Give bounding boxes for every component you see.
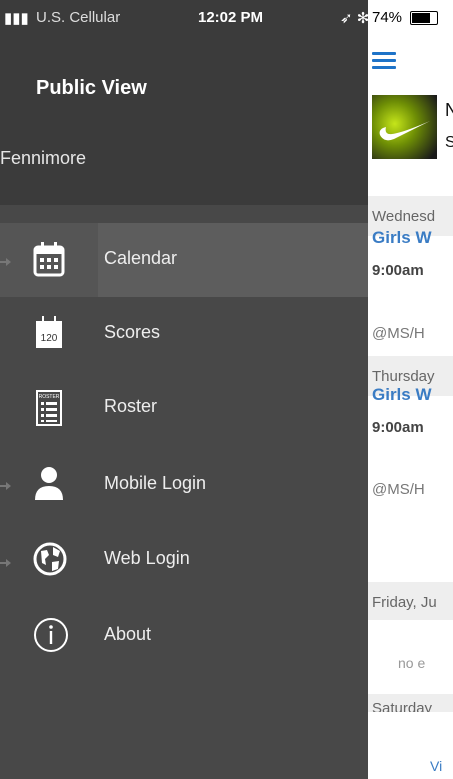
menu-label-web-login: Web Login xyxy=(104,548,190,568)
roster-badge: ROSTER xyxy=(39,394,60,400)
calendar-icon-box xyxy=(0,223,98,297)
menu-item-scores[interactable]: 120 Scores xyxy=(0,297,368,371)
event-time: 9:00am xyxy=(372,262,424,279)
carrier-name: U.S. Cellular xyxy=(36,9,121,26)
menu-item-roster[interactable]: ROSTER Roster xyxy=(0,371,368,445)
clock: 12:02 PM xyxy=(198,9,264,26)
day-header: Saturday xyxy=(368,694,453,712)
team-name: N xyxy=(445,100,453,120)
menu-item-about[interactable]: About xyxy=(0,599,368,673)
battery-icon xyxy=(410,11,438,25)
event-location: @MS/H xyxy=(372,481,425,498)
hamburger-menu-icon[interactable] xyxy=(372,52,396,70)
menu-label-calendar: Calendar xyxy=(104,248,178,268)
signal-icon: ▮▮▮ xyxy=(4,10,29,27)
swoosh-icon xyxy=(379,121,430,141)
person-icon xyxy=(35,467,63,500)
team-logo xyxy=(372,95,437,159)
globe-icon xyxy=(33,542,67,576)
pointer-arrow-marker xyxy=(0,258,11,266)
menu-item-calendar[interactable]: Calendar xyxy=(0,223,368,297)
team-subtitle: S xyxy=(445,134,453,151)
no-events-text: no e xyxy=(398,655,426,671)
menu-label-roster: Roster xyxy=(104,396,158,416)
event-title[interactable]: Girls W xyxy=(372,385,432,405)
battery-percent: 74% xyxy=(372,9,403,26)
menu-label-about: About xyxy=(104,624,152,644)
drawer-title: Public View xyxy=(36,77,147,99)
scores-icon: 120 xyxy=(36,316,62,348)
calendar-content-panel: N S Wednesd Girls W 9:00am @MS/H Thursda… xyxy=(368,0,453,779)
scores-badge: 120 xyxy=(41,333,58,344)
view-all-link[interactable]: Vi xyxy=(430,758,442,774)
pointer-arrow-marker xyxy=(0,559,11,567)
info-icon xyxy=(34,618,68,652)
calendar-icon xyxy=(33,242,65,277)
navigation-drawer: Public View Fennimore Calendar 120 Score… xyxy=(0,0,368,779)
status-bar: ▮▮▮ U.S. Cellular 12:02 PM ➶ ✻ 74% xyxy=(0,0,453,36)
event-time: 9:00am xyxy=(372,419,424,436)
roster-icon: ROSTER xyxy=(36,390,62,426)
location-bluetooth-icons: ➶ ✻ xyxy=(340,10,370,27)
event-location: @MS/H xyxy=(372,325,425,342)
menu-item-web-login[interactable]: Web Login xyxy=(0,523,368,597)
menu-label-mobile-login: Mobile Login xyxy=(104,473,207,493)
menu-item-mobile-login[interactable]: Mobile Login xyxy=(0,448,368,522)
menu-label-scores: Scores xyxy=(104,322,161,342)
pointer-arrow-marker xyxy=(0,482,11,490)
school-name: Fennimore xyxy=(0,148,87,168)
event-title[interactable]: Girls W xyxy=(372,228,432,248)
day-header: Friday, Ju xyxy=(368,582,453,620)
